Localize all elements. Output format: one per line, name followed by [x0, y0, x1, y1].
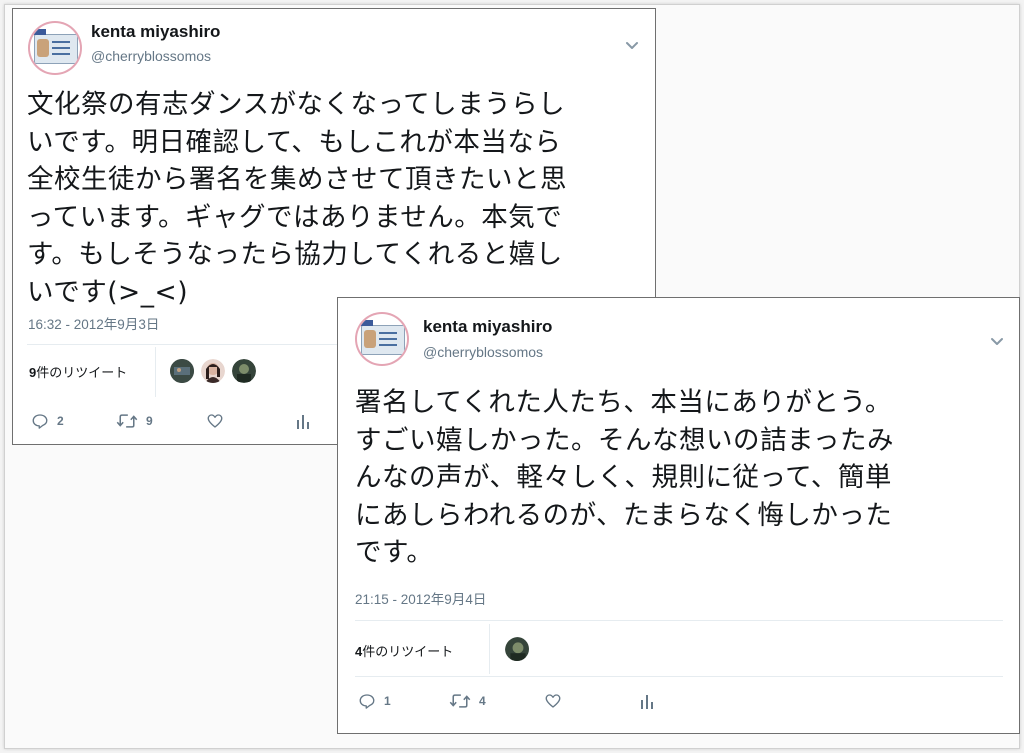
tweet-text-line: 全校生徒から署名を集めさせて頂きたいと思 — [27, 164, 567, 195]
heart-icon — [207, 414, 223, 428]
reply-icon — [359, 694, 375, 709]
divider — [489, 624, 490, 674]
tweet-text: 文化祭の有志ダンスがなくなってしまうらし いです。明日確認して、もしこれが本当な… — [27, 86, 567, 311]
author-name[interactable]: kenta miyashiro — [91, 22, 220, 42]
tweet-text-line: 文化祭の有志ダンスがなくなってしまうらし — [27, 89, 566, 120]
like-button[interactable] — [206, 412, 224, 430]
retweeter-avatar[interactable] — [505, 637, 529, 661]
retweeter-avatar[interactable] — [170, 359, 194, 383]
retweet-count: 4 — [479, 694, 486, 708]
retweet-count: 9 — [146, 414, 153, 428]
retweeter-avatar[interactable] — [232, 359, 256, 383]
analytics-icon — [641, 695, 653, 709]
retweet-count-link[interactable]: 9件のリツイート — [29, 362, 127, 381]
author-handle[interactable]: @cherryblossomos — [91, 48, 211, 64]
tweet-text-line: 署名してくれた人たち、本当にありがとう。 — [355, 387, 892, 418]
analytics-button[interactable] — [295, 412, 311, 430]
avatar[interactable] — [30, 23, 80, 73]
analytics-icon — [297, 415, 309, 429]
chevron-down-icon[interactable] — [987, 331, 1007, 351]
tweet-text-line: いです。明日確認して、もしこれが本当なら — [27, 126, 562, 158]
divider — [355, 676, 1003, 677]
retweeter-avatar[interactable] — [201, 359, 225, 383]
tweet-timestamp[interactable]: 16:32 - 2012年9月3日 — [28, 313, 159, 333]
avatar[interactable] — [357, 314, 407, 364]
retweet-button[interactable]: 9 — [116, 412, 153, 430]
reply-button[interactable]: 1 — [358, 692, 391, 710]
tweet-text-line: す。もしそうなったら協力してくれると嬉し — [27, 239, 563, 270]
author-name[interactable]: kenta miyashiro — [423, 317, 552, 337]
chevron-down-icon[interactable] — [622, 35, 642, 55]
retweet-icon — [116, 414, 138, 428]
author-handle[interactable]: @cherryblossomos — [423, 344, 543, 360]
tweet-text-line: んなの声が、軽々しく、規則に従って、簡単 — [355, 462, 892, 493]
reply-count: 2 — [57, 414, 64, 428]
divider — [27, 344, 347, 345]
tweet-timestamp[interactable]: 21:15 - 2012年9月4日 — [355, 588, 486, 608]
reply-count: 1 — [384, 694, 391, 708]
tweet-card[interactable]: kenta miyashiro @cherryblossomos 署名してくれた… — [337, 297, 1020, 734]
heart-icon — [545, 694, 561, 708]
reply-icon — [32, 414, 48, 429]
tweet-text-line: っています。ギャグではありません。本気で — [27, 201, 563, 233]
reply-button[interactable]: 2 — [31, 412, 64, 430]
tweet-text-line: です。 — [355, 537, 434, 568]
divider — [355, 620, 1003, 621]
tweet-text-line: すごい嬉しかった。そんな想いの詰まったみ — [355, 424, 894, 456]
retweet-count-label: 件のリツイート — [362, 644, 454, 659]
divider — [155, 347, 156, 397]
retweet-icon — [449, 694, 471, 708]
retweet-count-link[interactable]: 4件のリツイート — [355, 641, 453, 660]
tweet-text-line: にあしらわれるのが、たまらなく悔しかった — [355, 499, 893, 531]
retweet-button[interactable]: 4 — [449, 692, 486, 710]
tweet-text: 署名してくれた人たち、本当にありがとう。 すごい嬉しかった。そんな想いの詰まった… — [355, 384, 894, 572]
retweet-count-label: 件のリツイート — [36, 365, 128, 380]
like-button[interactable] — [544, 692, 562, 710]
analytics-button[interactable] — [639, 692, 655, 710]
